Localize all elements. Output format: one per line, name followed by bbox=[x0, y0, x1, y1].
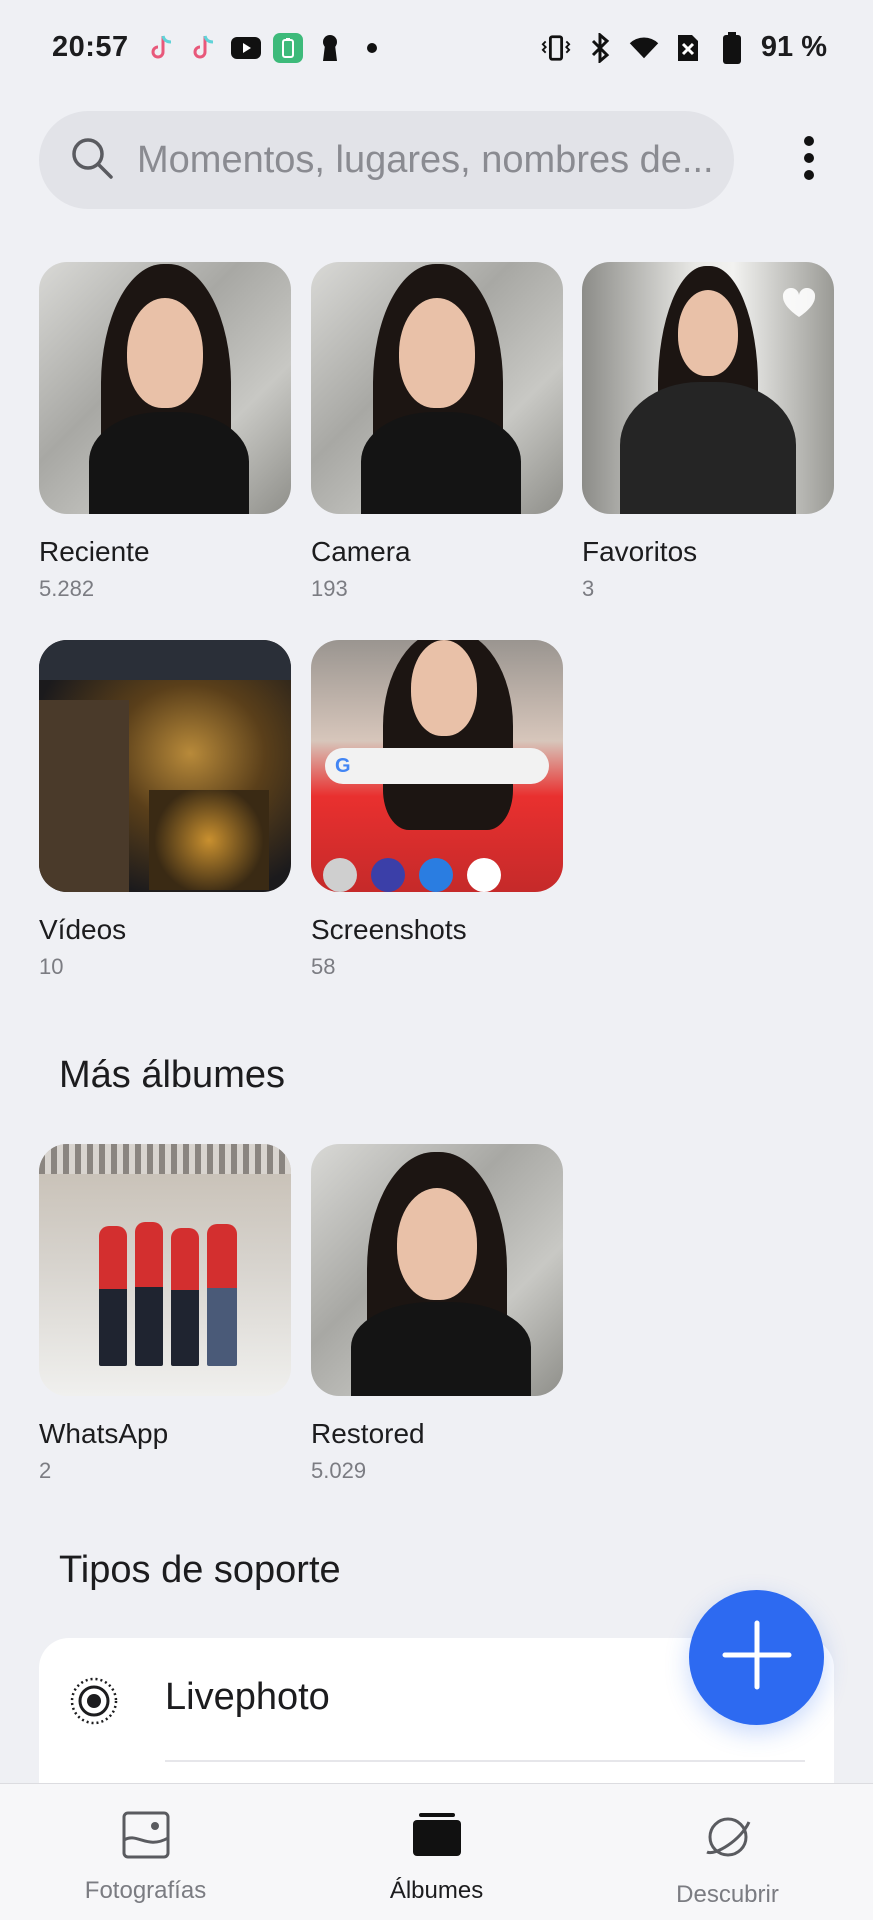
album-whatsapp[interactable]: WhatsApp 2 bbox=[39, 1144, 291, 1484]
vibrate-icon bbox=[541, 33, 571, 63]
more-options-button[interactable] bbox=[784, 135, 834, 185]
album-title: Vídeos bbox=[39, 914, 127, 945]
add-album-button[interactable] bbox=[689, 1590, 824, 1725]
search-row: Momentos, lugares, nombres de... bbox=[39, 111, 834, 209]
heart-icon bbox=[782, 287, 816, 323]
album-count: 5.282 bbox=[39, 576, 95, 601]
album-title: WhatsApp bbox=[39, 1418, 169, 1449]
bottom-navigation: Fotografías Álbumes Descubrir bbox=[0, 1783, 873, 1920]
photos-icon bbox=[121, 1810, 171, 1865]
plus-icon bbox=[721, 1619, 793, 1696]
search-input[interactable]: Momentos, lugares, nombres de... bbox=[39, 111, 734, 209]
album-title: Camera bbox=[311, 536, 411, 567]
no-sim-icon bbox=[673, 33, 703, 63]
album-thumbnail bbox=[582, 262, 834, 514]
battery-icon bbox=[717, 31, 747, 64]
album-reciente[interactable]: Reciente 5.282 bbox=[39, 262, 291, 602]
tiktok-icon bbox=[189, 33, 219, 63]
album-count: 58 bbox=[311, 954, 336, 979]
discover-icon bbox=[701, 1810, 755, 1869]
nav-label: Álbumes bbox=[389, 1877, 484, 1904]
album-title: Screenshots bbox=[311, 914, 467, 945]
nav-albumes[interactable]: Álbumes bbox=[307, 1784, 567, 1905]
nav-descubrir[interactable]: Descubrir bbox=[598, 1784, 858, 1909]
more-vertical-icon bbox=[803, 135, 815, 186]
album-count: 10 bbox=[39, 954, 64, 979]
bluetooth-icon bbox=[585, 32, 615, 63]
app-dock bbox=[323, 858, 501, 892]
divider bbox=[165, 1760, 805, 1762]
search-placeholder: Momentos, lugares, nombres de... bbox=[137, 138, 714, 181]
album-count: 5.029 bbox=[311, 1458, 367, 1483]
nav-fotografias[interactable]: Fotografías bbox=[16, 1784, 276, 1905]
people-group bbox=[79, 1216, 259, 1366]
google-search-widget: G bbox=[325, 748, 549, 784]
media-types-heading: Tipos de soporte bbox=[59, 1549, 341, 1591]
tiktok-icon bbox=[147, 33, 177, 63]
album-thumbnail bbox=[311, 262, 563, 514]
media-type-label: Livephoto bbox=[165, 1676, 330, 1718]
album-count: 3 bbox=[582, 576, 595, 601]
album-count: 193 bbox=[311, 576, 348, 601]
battery-saver-icon bbox=[272, 32, 303, 63]
album-screenshots[interactable]: G Screenshots 58 bbox=[311, 640, 563, 980]
album-title: Reciente bbox=[39, 536, 150, 567]
album-thumbnail: G bbox=[311, 640, 563, 892]
keyhole-icon bbox=[315, 33, 345, 63]
album-favoritos[interactable]: Favoritos 3 bbox=[582, 262, 834, 602]
livephoto-icon bbox=[69, 1676, 119, 1731]
status-bar: 20:57 91 % bbox=[0, 0, 873, 95]
search-icon bbox=[69, 135, 115, 186]
albums-icon bbox=[411, 1810, 463, 1865]
nav-label: Fotografías bbox=[84, 1877, 207, 1904]
album-thumbnail bbox=[311, 1144, 563, 1396]
album-thumbnail bbox=[39, 262, 291, 514]
album-count: 2 bbox=[39, 1458, 52, 1483]
nav-label: Descubrir bbox=[676, 1881, 779, 1908]
album-title: Favoritos bbox=[582, 536, 698, 567]
google-icon: G bbox=[335, 754, 351, 777]
youtube-icon bbox=[230, 33, 261, 63]
status-time: 20:57 bbox=[52, 31, 129, 63]
album-thumbnail bbox=[39, 640, 291, 892]
album-title: Restored bbox=[311, 1418, 425, 1449]
more-albums-heading: Más álbumes bbox=[59, 1054, 285, 1096]
album-restored[interactable]: Restored 5.029 bbox=[311, 1144, 563, 1484]
album-camera[interactable]: Camera 193 bbox=[311, 262, 563, 602]
album-thumbnail bbox=[39, 1144, 291, 1396]
dot-icon bbox=[357, 33, 387, 63]
wifi-icon bbox=[629, 33, 659, 63]
battery-percentage: 91 % bbox=[760, 31, 827, 63]
album-videos[interactable]: Vídeos 10 bbox=[39, 640, 291, 980]
